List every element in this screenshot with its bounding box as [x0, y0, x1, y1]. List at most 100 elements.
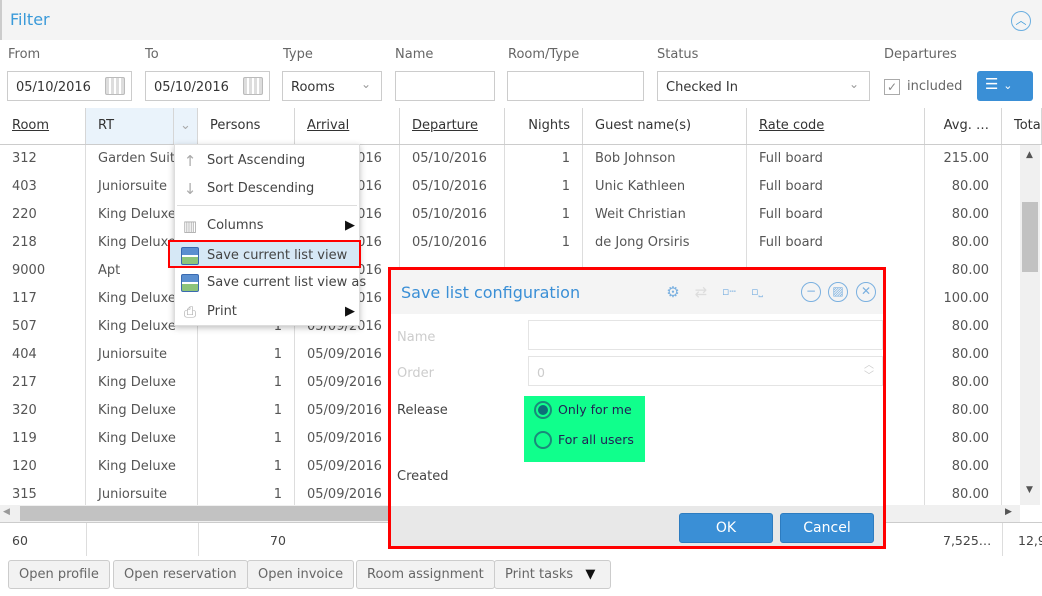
table-row[interactable]: 312Garden Suite105/09/201605/10/20161Bob…: [0, 145, 1020, 173]
footer-total: 12,9…: [1018, 533, 1042, 548]
cell: 218: [0, 229, 86, 257]
config-name-input[interactable]: [528, 320, 883, 350]
scroll-thumb[interactable]: [1022, 202, 1038, 272]
column-header-6[interactable]: Guest name(s): [583, 108, 747, 144]
column-menu-chevron-icon[interactable]: ⌄: [173, 108, 198, 144]
type-select[interactable]: Rooms ⌄: [282, 71, 382, 101]
radio-for-all-users[interactable]: [534, 431, 552, 449]
tree-collapse-icon[interactable]: ▫┄: [719, 282, 739, 302]
ok-button[interactable]: OK: [679, 513, 773, 543]
to-date-input[interactable]: 05/10/2016: [145, 71, 270, 101]
cell: Juniorsuite: [86, 341, 198, 369]
column-header-5[interactable]: Nights: [505, 108, 583, 144]
cell: 1: [505, 173, 583, 201]
open-profile-button[interactable]: Open profile: [8, 560, 110, 589]
from-value: 05/10/2016: [16, 80, 91, 95]
menu-columns[interactable]: ▥ Columns ▶: [175, 212, 359, 240]
menu-save-current-list-view-as[interactable]: Save current list view as: [175, 269, 366, 297]
from-date-input[interactable]: 05/10/2016: [7, 71, 132, 101]
cell: 05/09/2016: [295, 397, 400, 425]
from-label: From: [8, 47, 41, 62]
menu-sort-descending[interactable]: ↓ Sort Descending: [175, 175, 359, 203]
list-menu-button[interactable]: ☰ ⌄: [977, 71, 1033, 101]
status-label: Status: [657, 47, 699, 62]
dialog-title: Save list configuration: [401, 283, 581, 302]
open-invoice-button[interactable]: Open invoice: [247, 560, 355, 589]
column-header-3[interactable]: Arrival: [295, 108, 400, 144]
open-reservation-button[interactable]: Open reservation: [113, 560, 248, 589]
calendar-icon[interactable]: [105, 77, 125, 95]
table-row[interactable]: 220King Deluxe105/09/201605/10/20161Weit…: [0, 201, 1020, 229]
roomtype-input[interactable]: [507, 71, 644, 101]
cancel-button[interactable]: Cancel: [780, 513, 874, 543]
scroll-left-icon[interactable]: ◀: [3, 507, 10, 517]
cell: 404: [0, 341, 86, 369]
to-label: To: [145, 47, 159, 62]
column-header-0[interactable]: Room: [0, 108, 86, 144]
status-value: Checked In: [666, 80, 738, 95]
type-value: Rooms: [291, 80, 335, 95]
cell: Full board: [747, 229, 925, 257]
scroll-right-icon[interactable]: ▶: [1005, 507, 1012, 517]
scroll-thumb[interactable]: [20, 506, 400, 521]
cell: 80.00: [925, 173, 1002, 201]
cell: King Deluxe: [86, 369, 198, 397]
cell: de Jong Orsiris: [583, 229, 747, 257]
filter-header: [0, 0, 1042, 40]
cell: 220: [0, 201, 86, 229]
name-label: Name: [395, 47, 434, 62]
cell: 1: [505, 145, 583, 173]
cell: 80.00: [925, 369, 1002, 397]
cell: 80.00: [925, 229, 1002, 257]
chevron-down-icon: ⌄: [848, 77, 859, 91]
print-tasks-button[interactable]: Print tasks ▼: [494, 560, 611, 589]
collapse-filter-icon[interactable]: ︿: [1011, 11, 1031, 31]
order-stepper[interactable]: 0 ︿ ﹀: [528, 356, 883, 386]
cell: King Deluxe: [86, 453, 198, 481]
tree-expand-icon[interactable]: ▫˽: [747, 282, 767, 302]
column-header-7[interactable]: Rate code: [747, 108, 925, 144]
calendar-icon[interactable]: [243, 77, 263, 95]
column-header-4[interactable]: Departure: [400, 108, 505, 144]
restore-icon[interactable]: ▨: [828, 282, 848, 302]
submenu-arrow-icon: ▶: [345, 218, 355, 233]
cell: 05/09/2016: [295, 425, 400, 453]
menu-sort-ascending[interactable]: ↑ Sort Ascending: [175, 147, 359, 175]
stepper-arrows-icon[interactable]: ︿ ﹀: [864, 360, 874, 382]
column-header-2[interactable]: Persons: [198, 108, 295, 144]
name-input[interactable]: [395, 71, 495, 101]
scroll-down-icon[interactable]: ▼: [1026, 485, 1033, 495]
cell: Full board: [747, 201, 925, 229]
scroll-up-icon[interactable]: ▲: [1026, 150, 1033, 160]
cell: 1: [198, 453, 295, 481]
arrow-up-icon: ↑: [183, 152, 197, 170]
column-header-8[interactable]: Avg. …: [925, 108, 1002, 144]
swap-icon[interactable]: ⇄: [691, 282, 711, 302]
column-header-9[interactable]: Total: [1002, 108, 1042, 144]
minimize-icon[interactable]: −: [801, 282, 821, 302]
chevron-down-icon: ⌄: [360, 77, 371, 91]
cell: 9000: [0, 257, 86, 285]
room-assignment-button[interactable]: Room assignment: [356, 560, 495, 589]
roomtype-label: Room/Type: [508, 47, 580, 62]
menu-print[interactable]: ⎙ Print ▶: [175, 298, 359, 326]
name-label: Name: [397, 330, 436, 345]
close-icon[interactable]: ✕: [856, 282, 876, 302]
table-header: Room RT Persons Arrival Departure Nights Guest…: [0, 108, 1042, 145]
submenu-arrow-icon: ▶: [345, 304, 355, 319]
cell: 1: [505, 229, 583, 257]
gear-icon[interactable]: ⚙: [663, 282, 683, 302]
menu-label: Sort Descending: [207, 181, 315, 196]
menu-save-current-list-view[interactable]: Save current list view: [168, 240, 361, 268]
cell: 117: [0, 285, 86, 313]
cell: Bob Johnson: [583, 145, 747, 173]
table-row[interactable]: 218King Deluxe105/09/201605/10/20161de J…: [0, 229, 1020, 257]
order-value: 0: [537, 365, 545, 380]
vertical-scrollbar[interactable]: ▲ ▼: [1020, 145, 1040, 505]
filter-title: Filter: [10, 10, 50, 29]
table-row[interactable]: 403Juniorsuite105/09/201605/10/20161Unic…: [0, 173, 1020, 201]
cell: 120: [0, 453, 86, 481]
status-select[interactable]: Checked In ⌄: [657, 71, 870, 101]
included-checkbox[interactable]: ✓: [884, 79, 900, 95]
radio-only-for-me[interactable]: [534, 401, 552, 419]
